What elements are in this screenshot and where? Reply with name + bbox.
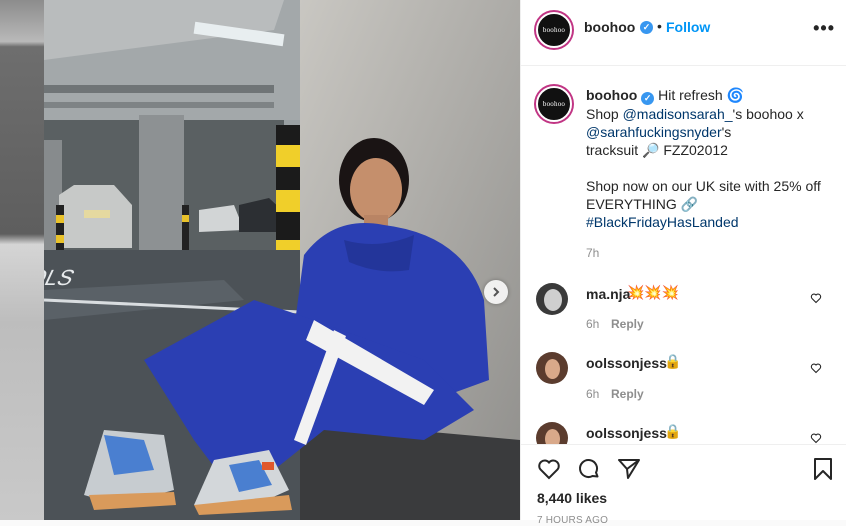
heart-icon[interactable] (537, 457, 561, 481)
comment-like-heart-icon[interactable] (810, 432, 822, 444)
avatar-logo-text: boohoo (542, 26, 566, 34)
caption-text: EVERYTHING (586, 196, 677, 212)
discount-code: FZZ02012 (663, 142, 728, 158)
avatar-logo-text: boohoo (542, 100, 566, 108)
separator-dot: • (657, 18, 662, 34)
comment-time[interactable]: 6h (586, 387, 599, 401)
post-caption: boohoo ✓ Hit refresh 🌀 Shop @madisonsara… (586, 86, 832, 231)
background-feed-image (0, 0, 44, 520)
next-photo-button[interactable] (484, 280, 508, 304)
comment-icon[interactable] (577, 457, 601, 481)
comment-username[interactable]: oolssonjess (586, 355, 667, 371)
caption-avatar[interactable]: boohoo (536, 86, 572, 122)
caption-timestamp[interactable]: 7h (586, 246, 599, 260)
caption-line-7: #BlackFridayHasLanded (586, 213, 832, 231)
mention-link[interactable]: @madisonsarah_ (623, 106, 733, 122)
caption-line-4: tracksuit 🔎 FZZ02012 (586, 141, 832, 159)
hashtag-link[interactable]: #BlackFridayHasLanded (586, 214, 739, 230)
caption-text: tracksuit (586, 142, 639, 158)
likes-count[interactable]: 8,440 likes (537, 490, 607, 506)
verified-badge-icon: ✓ (641, 92, 655, 105)
comment-text: 🔒 (664, 353, 682, 369)
bookmark-icon[interactable] (811, 457, 835, 481)
comment-like-heart-icon[interactable] (810, 292, 822, 304)
search-emoji: 🔎 (642, 142, 660, 158)
post-timestamp: 7 HOURS AGO (537, 515, 609, 526)
more-options-icon[interactable]: ••• (813, 18, 835, 39)
share-icon[interactable] (617, 457, 641, 481)
comment-username[interactable]: oolssonjess (586, 425, 667, 441)
caption-line-6: EVERYTHING 🔗 (586, 195, 832, 213)
chevron-right-icon (493, 287, 500, 297)
post-header: boohoo boohoo ✓ • Follow ••• (521, 0, 846, 66)
caption-text: Hit refresh (658, 87, 723, 103)
reply-button[interactable]: Reply (611, 317, 644, 331)
post-actions-bar: 8,440 likes 7 HOURS AGO (521, 444, 846, 526)
caption-text: Shop (586, 106, 619, 122)
caption-line-3: @sarahfuckingsnyder's (586, 123, 832, 141)
caption-line-2: Shop @madisonsarah_'s boohoo x (586, 105, 832, 123)
mention-link[interactable]: @sarahfuckingsnyder (586, 124, 722, 140)
comment-time[interactable]: 6h (586, 317, 599, 331)
link-emoji: 🔗 (680, 196, 699, 212)
comment-text: 🔒 (664, 423, 682, 439)
post-username[interactable]: boohoo (584, 19, 635, 35)
cyclone-emoji: 🌀 (726, 87, 744, 103)
avatar[interactable] (536, 352, 568, 384)
comment-text: 💥💥💥 (627, 284, 680, 300)
photo-illustration: POLS (44, 0, 520, 520)
post-photo[interactable]: POLS (44, 0, 520, 520)
caption-line-1: boohoo ✓ Hit refresh 🌀 (586, 86, 832, 105)
reply-button[interactable]: Reply (611, 387, 644, 401)
avatar[interactable]: boohoo (536, 12, 572, 48)
comment-username[interactable]: ma.nja (586, 286, 630, 302)
avatar[interactable] (536, 283, 568, 315)
comment-like-heart-icon[interactable] (810, 362, 822, 374)
follow-button[interactable]: Follow (666, 19, 710, 35)
caption-line-5: Shop now on our UK site with 25% off (586, 178, 821, 194)
caption-text: 's boohoo x (732, 106, 804, 122)
post-details-panel: boohoo boohoo ✓ • Follow ••• boohoo booh… (520, 0, 846, 526)
verified-badge-icon: ✓ (640, 21, 653, 34)
caption-username[interactable]: boohoo (586, 87, 637, 103)
caption-text: 's (721, 124, 732, 140)
